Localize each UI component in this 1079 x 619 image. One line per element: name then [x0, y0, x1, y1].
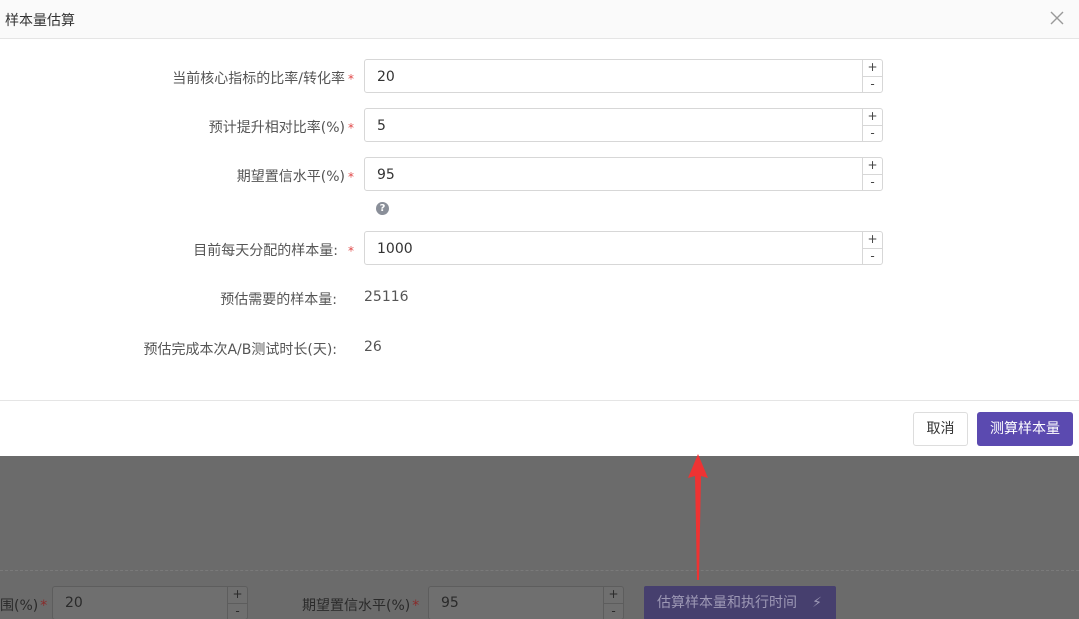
question-circle-icon[interactable]: ? [376, 202, 389, 215]
calculate-sample-size-button[interactable]: 测算样本量 [977, 412, 1073, 446]
bg-field2-decrement: - [604, 603, 623, 619]
field-label-daily-sample: 目前每天分配的样本量: * [193, 243, 354, 259]
result-row-sample-size: 预估需要的样本量: 25116 [0, 280, 1079, 314]
close-icon[interactable] [1047, 8, 1067, 28]
field-label-confidence-level: 期望置信水平(%) * [236, 169, 354, 185]
relative-lift-field: + - [364, 108, 883, 142]
field-label-relative-lift: 预计提升相对比率(%) * [208, 120, 354, 136]
bg-field1-label: 围(%) * [0, 598, 48, 614]
result-value-duration: 26 [364, 339, 382, 355]
modal-header: 样本量估算 [0, 0, 1079, 39]
relative-lift-decrement[interactable]: - [863, 125, 882, 141]
daily-sample-increment[interactable]: + [863, 232, 882, 248]
form-row-daily-sample: 目前每天分配的样本量:* + - [0, 231, 1079, 265]
confidence-level-input[interactable] [377, 165, 857, 185]
confidence-level-stepper: + - [862, 158, 882, 190]
annotation-arrow-icon [688, 454, 708, 580]
field-label-conversion-rate: 当前核心指标的比率/转化率 * [172, 71, 354, 87]
bg-field2-input: 95 + - [428, 586, 624, 619]
required-mark: * [348, 121, 354, 135]
modal-title: 样本量估算 [5, 13, 75, 29]
bg-field1-input: 20 + - [52, 586, 248, 619]
relative-lift-stepper: + - [862, 109, 882, 141]
daily-sample-decrement[interactable]: - [863, 248, 882, 264]
bg-field2-stepper: + - [603, 587, 623, 619]
bg-field2-value: 95 [441, 595, 459, 611]
bg-field1-increment: + [232, 587, 243, 601]
bg-field1-stepper: + - [227, 587, 247, 619]
bg-estimate-button: 估算样本量和执行时间 ⚡ [644, 586, 836, 619]
cancel-button[interactable]: 取消 [913, 412, 968, 446]
result-row-duration: 预估完成本次A/B测试时长(天): 26 [0, 330, 1079, 364]
relative-lift-input[interactable] [377, 116, 857, 136]
bg-field1-decrement: - [228, 603, 247, 619]
required-mark: * [348, 72, 354, 86]
conversion-rate-input[interactable] [377, 67, 857, 87]
confidence-level-decrement[interactable]: - [863, 174, 882, 190]
form-row-relative-lift: 预计提升相对比率(%)* + - [0, 108, 1079, 142]
bg-field2-label: 期望置信水平(%) * [302, 598, 420, 614]
required-mark: * [348, 170, 354, 184]
sample-size-modal: 样本量估算 当前核心指标的比率/转化率* + - 预计提升相对比率(%)* + … [0, 0, 1079, 456]
daily-sample-field: + - [364, 231, 883, 265]
lightning-icon: ⚡ [812, 595, 822, 611]
form-row-confidence-level: 期望置信水平(%)* + - [0, 157, 1079, 191]
form-row-conversion-rate: 当前核心指标的比率/转化率* + - [0, 59, 1079, 93]
confidence-level-field: + - [364, 157, 883, 191]
bg-field1-value: 20 [65, 595, 83, 611]
conversion-rate-increment[interactable]: + [863, 60, 882, 76]
conversion-rate-decrement[interactable]: - [863, 76, 882, 92]
result-value-sample-size: 25116 [364, 289, 409, 305]
bg-estimate-button-label: 估算样本量和执行时间 [657, 595, 797, 611]
relative-lift-increment[interactable]: + [863, 109, 882, 125]
result-label-sample-size: 预估需要的样本量: [220, 292, 337, 308]
conversion-rate-stepper: + - [862, 60, 882, 92]
bg-field2-increment: + [608, 587, 619, 601]
background-divider [0, 570, 1079, 571]
daily-sample-input[interactable] [377, 239, 857, 259]
modal-footer: 取消 测算样本量 [0, 400, 1079, 456]
result-label-duration: 预估完成本次A/B测试时长(天): [143, 342, 337, 358]
conversion-rate-field: + - [364, 59, 883, 93]
daily-sample-stepper: + - [862, 232, 882, 264]
required-mark: * [348, 244, 354, 258]
confidence-level-increment[interactable]: + [863, 158, 882, 174]
